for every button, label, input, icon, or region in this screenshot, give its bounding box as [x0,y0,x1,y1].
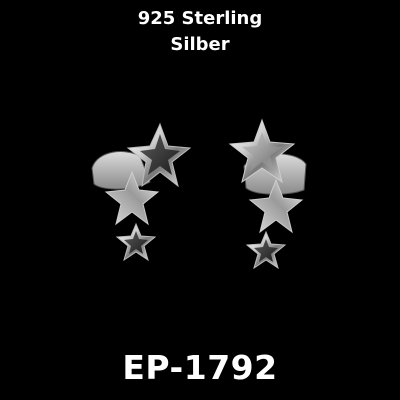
star-earring-left [91,122,192,262]
product-code: EP-1792 [122,348,278,387]
star-earring-right [228,118,307,270]
earrings-photo [91,118,307,270]
